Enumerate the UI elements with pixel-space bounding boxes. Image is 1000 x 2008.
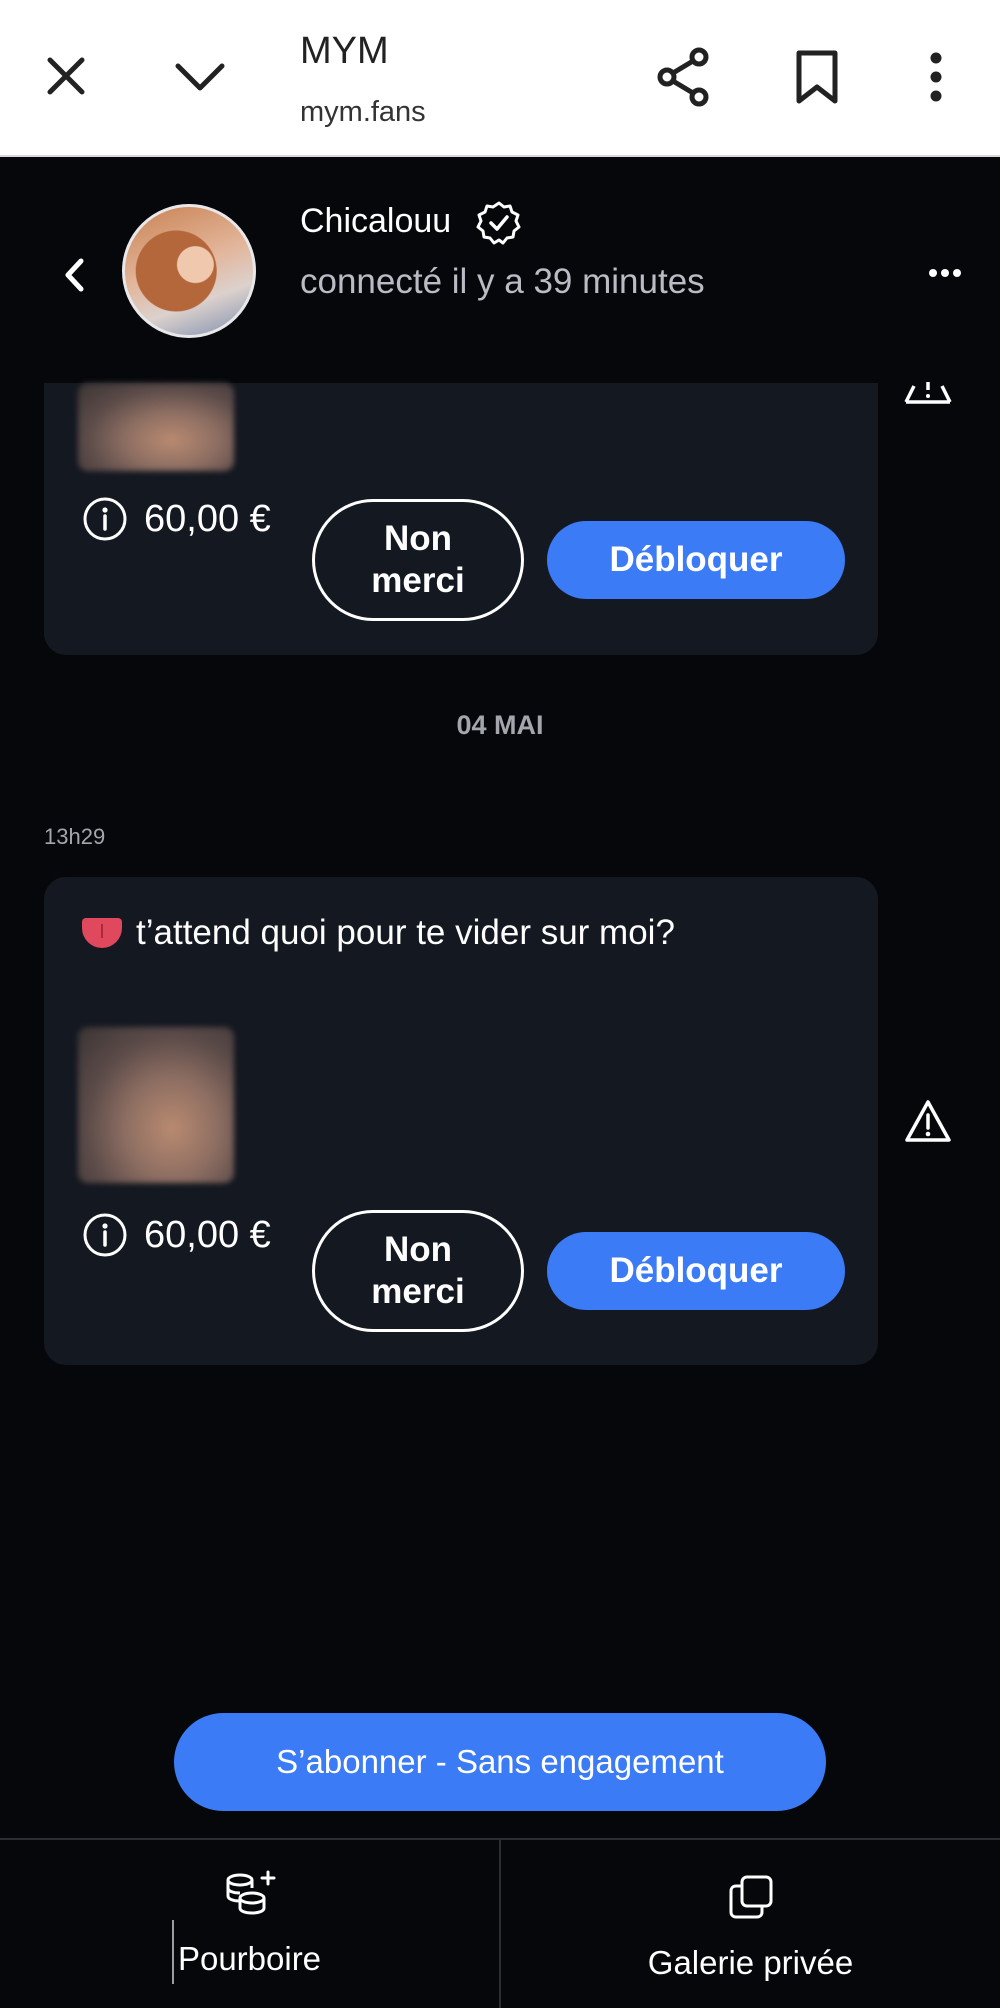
creator-name-text: Chicalouu — [300, 202, 452, 240]
message-text-content: t’attend quoi pour te vider sur moi? — [136, 913, 675, 952]
price-label: 60,00 € — [144, 1213, 271, 1256]
report-warning-icon[interactable] — [904, 1099, 952, 1143]
more-horizontal-icon[interactable] — [920, 253, 970, 293]
report-warning-icon[interactable] — [904, 366, 952, 404]
locked-media-thumbnail[interactable] — [78, 1027, 234, 1183]
tab-private-gallery[interactable]: Galerie privée — [501, 1840, 1000, 2008]
decline-button[interactable]: Non merci — [312, 499, 524, 621]
unlock-button[interactable]: Débloquer — [547, 521, 845, 599]
tab-tip[interactable]: Pourboire — [0, 1840, 499, 2008]
price-row: 60,00 € — [82, 1212, 271, 1258]
browser-url[interactable]: mym.fans — [300, 96, 426, 129]
tab-private-gallery-label: Galerie privée — [647, 1944, 854, 1981]
chat-header: Chicalouu connecté il y a 39 minutes — [0, 157, 1000, 383]
more-vertical-icon[interactable] — [906, 46, 966, 108]
share-icon[interactable] — [652, 46, 714, 108]
locked-media-thumbnail[interactable] — [78, 383, 234, 471]
subscribe-button[interactable]: S’abonner - Sans engagement — [174, 1713, 826, 1811]
info-icon[interactable] — [82, 496, 128, 542]
close-icon[interactable] — [36, 46, 96, 106]
message-text: t’attend quoi pour te vider sur moi? — [82, 913, 675, 953]
info-icon[interactable] — [82, 1212, 128, 1258]
decline-button[interactable]: Non merci — [312, 1210, 524, 1332]
price-row: 60,00 € — [82, 496, 271, 542]
price-label: 60,00 € — [144, 497, 271, 540]
back-arrow-icon[interactable] — [50, 247, 98, 303]
bottom-action-bar: Pourboire Galerie privée — [0, 1838, 1000, 2008]
creator-name[interactable]: Chicalouu — [300, 201, 521, 245]
avatar[interactable] — [122, 204, 256, 338]
date-separator: 04 MAI — [456, 710, 544, 740]
coins-plus-icon — [226, 1870, 275, 1915]
tab-tip-label: Pourboire — [177, 1940, 322, 1977]
message-bubble: t’attend quoi pour te vider sur moi? 60,… — [44, 877, 878, 1365]
message-time: 13h29 — [44, 824, 106, 849]
tongue-emoji-icon — [82, 918, 122, 948]
browser-top-bar: MYM mym.fans — [0, 0, 1000, 157]
bookmark-icon[interactable] — [786, 46, 848, 108]
gallery-copy-icon — [729, 1875, 772, 1919]
message-bubble: 60,00 € Non merci Débloquer — [44, 383, 878, 655]
unlock-button[interactable]: Débloquer — [547, 1232, 845, 1310]
page: MYM mym.fans Chicalouu connecté il y a 3… — [0, 0, 1000, 2008]
verified-badge-icon — [476, 201, 521, 245]
chevron-down-icon[interactable] — [170, 46, 230, 106]
browser-title: MYM — [300, 30, 389, 72]
online-status: connecté il y a 39 minutes — [300, 262, 705, 301]
